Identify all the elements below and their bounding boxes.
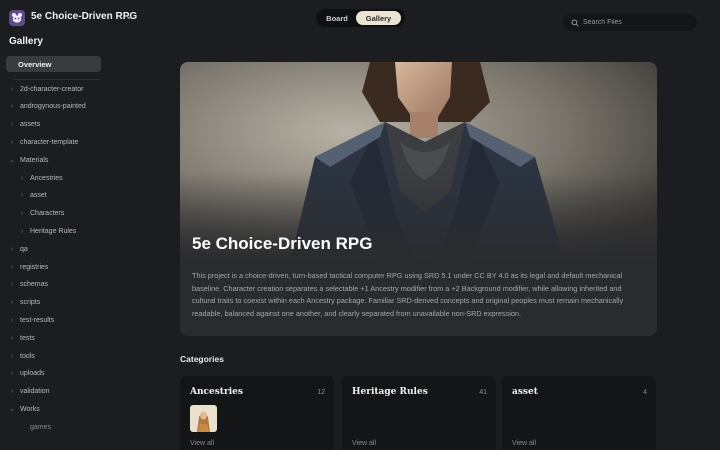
board-view-button[interactable]: Board	[318, 11, 356, 25]
sidebar-item-label: tests	[20, 334, 35, 342]
view-toggle: Board Gallery	[316, 9, 405, 27]
hero-description: This project is a choice-driven, turn-ba…	[192, 271, 624, 318]
hero-portrait-image	[180, 62, 657, 262]
chevron-right-icon[interactable]: ›	[8, 264, 16, 271]
sidebar-item-uploads[interactable]: › uploads	[8, 368, 45, 380]
chevron-right-icon[interactable]: ›	[8, 139, 16, 146]
sidebar-item-label: test-results	[20, 316, 55, 324]
category-card-asset[interactable]: asset 4 View all	[502, 376, 656, 450]
sidebar-item-androgynous-painted[interactable]: › androgynous-painted	[8, 101, 86, 113]
hero-title: 5e Choice-Driven RPG	[192, 234, 373, 253]
sidebar-item-2d-character-creator[interactable]: › 2d-character-creator	[8, 83, 84, 95]
sidebar-item-overview[interactable]: Overview	[6, 56, 101, 72]
category-name: asset	[512, 387, 538, 397]
chevron-right-icon[interactable]: ›	[8, 246, 16, 253]
chevron-right-icon[interactable]: ›	[18, 175, 26, 182]
chevron-right-icon[interactable]: ›	[8, 121, 16, 128]
chevron-right-icon[interactable]: ›	[8, 317, 16, 324]
sidebar-item-label: Ancestries	[30, 174, 63, 182]
chevron-right-icon[interactable]: ›	[8, 335, 16, 342]
search-icon	[571, 18, 579, 27]
categories-heading: Categories	[180, 354, 224, 364]
sidebar-item-label: qa	[20, 245, 28, 253]
chevron-down-icon[interactable]: ⌄	[8, 156, 16, 164]
sidebar-item-materials[interactable]: ⌄ Materials	[8, 154, 48, 166]
category-thumbnail[interactable]	[190, 405, 217, 432]
sidebar-item-games[interactable]: games	[18, 421, 51, 433]
chevron-right-icon[interactable]: ›	[8, 299, 16, 306]
main-content: 5e Choice-Driven RPG This project is a c…	[110, 36, 720, 450]
category-count: 12	[317, 389, 325, 396]
search-bar	[563, 14, 697, 31]
sidebar-item-label: games	[30, 423, 52, 431]
sidebar-item-label: androgynous-painted	[20, 103, 86, 111]
chevron-right-icon[interactable]: ›	[18, 192, 26, 199]
sidebar-heading: Gallery	[9, 36, 43, 47]
view-all-link[interactable]: View all	[190, 440, 214, 447]
sidebar-item-label: asset	[30, 192, 47, 200]
top-bar: 5e Choice-Driven RPG Board Gallery	[0, 0, 720, 36]
sidebar-item-scripts[interactable]: › scripts	[8, 297, 40, 309]
category-name: Heritage Rules	[352, 387, 428, 397]
sidebar-item-heritage-rules[interactable]: › Heritage Rules	[18, 225, 76, 237]
chevron-right-icon[interactable]: ›	[8, 370, 16, 377]
chevron-down-icon[interactable]: ⌄	[8, 405, 16, 413]
sidebar-item-assets[interactable]: › assets	[8, 119, 40, 131]
category-name: Ancestries	[190, 387, 243, 397]
category-count: 4	[643, 389, 647, 396]
sidebar-item-label: uploads	[20, 370, 45, 378]
sidebar-item-label: assets	[20, 121, 41, 129]
chevron-right-icon[interactable]: ›	[8, 281, 16, 288]
sidebar-item-label: Works	[20, 405, 40, 413]
sidebar-divider	[14, 79, 100, 80]
sidebar-item-label: character-template	[20, 138, 79, 146]
category-card-heritage-rules[interactable]: Heritage Rules 41 View all	[342, 376, 496, 450]
sidebar-item-qa[interactable]: › qa	[8, 243, 28, 255]
sidebar-item-test-results[interactable]: › test-results	[8, 314, 54, 326]
view-all-link[interactable]: View all	[512, 440, 536, 447]
chevron-right-icon[interactable]: ›	[8, 103, 16, 110]
chevron-right-icon[interactable]: ›	[18, 228, 26, 235]
hero-card[interactable]: 5e Choice-Driven RPG This project is a c…	[180, 62, 657, 336]
sidebar-item-label: 2d-character-creator	[20, 85, 84, 93]
chevron-right-icon[interactable]: ›	[8, 86, 16, 93]
category-count: 41	[479, 389, 487, 396]
view-all-link[interactable]: View all	[352, 440, 376, 447]
gallery-view-button[interactable]: Gallery	[356, 11, 401, 25]
chevron-right-icon[interactable]: ›	[8, 388, 16, 395]
sidebar-item-characters[interactable]: › Characters	[18, 208, 64, 220]
sidebar-item-schemas[interactable]: › schemas	[8, 279, 48, 291]
sidebar-item-character-template[interactable]: › character-template	[8, 136, 79, 148]
sidebar-item-label: Materials	[20, 156, 49, 164]
sidebar-item-asset[interactable]: › asset	[18, 190, 47, 202]
sidebar-item-label: schemas	[20, 281, 49, 289]
chevron-down-icon[interactable]	[124, 12, 134, 22]
sidebar-item-tests[interactable]: › tests	[8, 332, 35, 344]
sidebar: Gallery Overview › 2d-character-creator › a…	[0, 36, 110, 450]
search-input[interactable]	[583, 19, 683, 26]
sidebar-item-ancestries[interactable]: › Ancestries	[18, 172, 63, 184]
sidebar-item-label: scripts	[20, 299, 41, 307]
sidebar-item-registries[interactable]: › registries	[8, 261, 49, 273]
sidebar-item-label: Characters	[30, 210, 65, 218]
sidebar-item-works[interactable]: ⌄ Works	[8, 403, 40, 415]
sidebar-item-label: tools	[20, 352, 35, 360]
app-title[interactable]: 5e Choice-Driven RPG	[31, 11, 137, 22]
chevron-right-icon[interactable]: ›	[18, 210, 26, 217]
app-logo-icon[interactable]	[9, 10, 25, 26]
category-card-ancestries[interactable]: Ancestries 12 View all	[180, 376, 334, 450]
chevron-right-icon[interactable]: ›	[8, 353, 16, 360]
sidebar-item-label: registries	[20, 263, 49, 271]
sidebar-item-validation[interactable]: › validation	[8, 386, 50, 398]
sidebar-item-tools[interactable]: › tools	[8, 350, 35, 362]
sidebar-item-label: Heritage Rules	[30, 227, 77, 235]
sidebar-item-label: validation	[20, 388, 50, 396]
